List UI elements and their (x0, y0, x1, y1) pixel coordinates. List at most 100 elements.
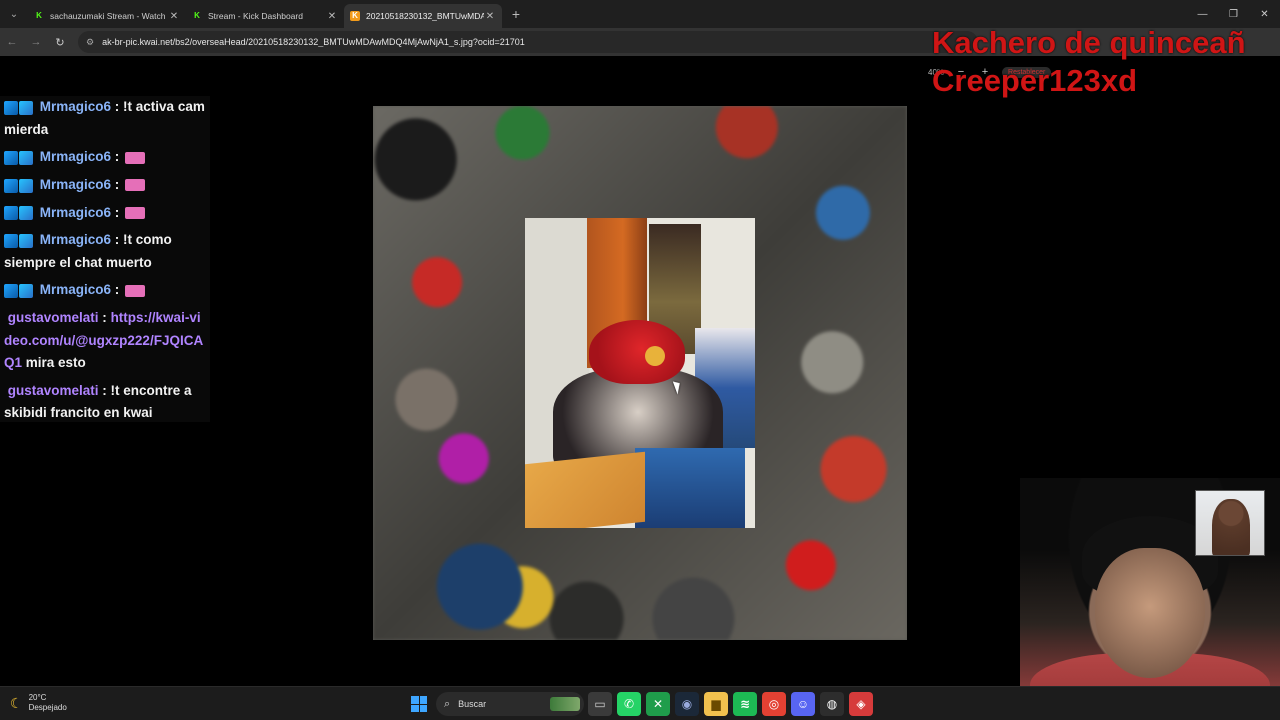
close-tab-icon[interactable]: ✕ (168, 11, 180, 22)
tab-search-chevron-icon[interactable]: ⌄ (0, 0, 28, 28)
chat-emote-icon (125, 179, 146, 192)
badge-icon (4, 178, 18, 193)
search-highlight-icon (550, 697, 580, 711)
badge-icon (19, 150, 33, 165)
taskbar-apps: ▭ ✆ ✕ ◉ ▆ ≋ ◎ ☺ ◍ ◈ (588, 692, 873, 716)
url-text[interactable]: ak-br-pic.kwai.net/bs2/overseaHead/20210… (102, 37, 525, 47)
overlay-line-1: Kachero de quinceañ (932, 25, 1246, 60)
whatsapp-icon[interactable]: ✆ (617, 692, 641, 716)
weather-temp: 20°C (28, 693, 47, 702)
chat-separator: : (111, 282, 120, 298)
badge-icon (19, 178, 33, 193)
chat-username: Mrmagico6 (39, 149, 112, 165)
chat-emote-icon (125, 284, 146, 297)
kwai-icon: K (350, 11, 360, 21)
obs-icon[interactable]: ◍ (820, 692, 844, 716)
webcam-face (1095, 548, 1205, 678)
chat-username: Mrmagico6 (39, 176, 112, 192)
badge-icon (4, 233, 18, 248)
chat-message: Mrmagico6 : (4, 146, 206, 169)
back-icon[interactable]: ← (0, 30, 24, 54)
tab-kick-dashboard[interactable]: K Stream - Kick Dashboard ✕ (186, 4, 344, 28)
badge-icon (4, 150, 18, 165)
viewed-image[interactable] (373, 106, 907, 640)
chat-text: mira esto (22, 355, 86, 371)
chat-emote-icon (125, 207, 146, 219)
close-tab-icon[interactable]: ✕ (326, 11, 338, 22)
chat-message: gustavomelati : !t encontre a skibidi fr… (4, 380, 206, 425)
chat-message: Mrmagico6 : (4, 202, 206, 225)
file-explorer-icon[interactable]: ▆ (704, 692, 728, 716)
pip-image (1195, 490, 1265, 556)
chat-message: Mrmagico6 : !t como siempre el chat muer… (4, 229, 206, 274)
discord-icon[interactable]: ☺ (791, 692, 815, 716)
chat-separator: : (111, 176, 120, 192)
chat-separator: : (98, 382, 107, 398)
stream-alert-overlay: Kachero de quinceañ Creeper123xd (932, 24, 1246, 100)
search-icon: ⌕ (444, 697, 451, 710)
spotify-icon[interactable]: ≋ (733, 692, 757, 716)
close-tab-icon[interactable]: ✕ (484, 11, 496, 22)
forward-icon[interactable]: → (24, 30, 48, 54)
chat-message: gustavomelati : https://kwai-video.com/u… (4, 307, 206, 375)
screen: ⌄ K sachauzumaki Stream - Watch Live ✕ K… (0, 0, 1280, 720)
badge-icon (19, 233, 33, 248)
new-tab-button[interactable]: + (504, 6, 528, 22)
site-info-icon[interactable]: ⚙ (86, 37, 94, 48)
photo-box (525, 451, 645, 528)
chat-username: Mrmagico6 (39, 99, 112, 114)
chat-username: Mrmagico6 (39, 282, 112, 298)
search-label: Buscar (458, 699, 487, 709)
user-badges (4, 146, 34, 169)
chat-message: Mrmagico6 : !t activa cam mierda (4, 96, 206, 141)
chat-separator: : (111, 149, 120, 165)
kick-icon: K (194, 11, 200, 20)
taskbar-search[interactable]: ⌕ Buscar (436, 692, 584, 716)
weather-widget[interactable]: ☾ 20°C Despejado (10, 693, 67, 713)
user-badges (4, 202, 34, 225)
pip-person (1212, 499, 1250, 555)
user-badges (4, 280, 34, 303)
user-badges (4, 229, 34, 252)
chat-separator: : (98, 310, 107, 326)
webcam-feed (1020, 478, 1280, 720)
photo-jeans (635, 448, 745, 528)
badge-icon (19, 206, 33, 221)
overlay-line-2: Creeper123xd (932, 63, 1138, 98)
tab-kwai-image[interactable]: K 20210518230132_BMTUwMDAwMDQ4MjAwNjA1_s… (344, 4, 502, 28)
windows-taskbar: ☾ 20°C Despejado ⌕ Buscar ▭ ✆ ✕ ◉ ▆ ≋ ◎ … (0, 686, 1280, 720)
chat-separator: : (111, 204, 120, 220)
address-bar[interactable]: ⚙ ak-br-pic.kwai.net/bs2/overseaHead/202… (78, 31, 978, 53)
photo-red-cap (589, 320, 685, 384)
steam-icon[interactable]: ◉ (675, 692, 699, 716)
chat-message: Mrmagico6 : (4, 279, 206, 302)
game-app-icon[interactable]: ◈ (849, 692, 873, 716)
tab-title: sachauzumaki Stream - Watch Live (50, 11, 168, 21)
kick-icon: K (36, 11, 42, 20)
reload-icon[interactable]: ↻ (48, 30, 72, 54)
stream-chat-overlay: Mrmagico6 : !t activa cam mierda Mrmagic… (0, 96, 210, 422)
chat-username: gustavomelati (7, 382, 99, 398)
tab-kick-stream[interactable]: K sachauzumaki Stream - Watch Live ✕ (28, 4, 186, 28)
chat-message: Mrmagico6 : (4, 174, 206, 197)
windows-start-icon[interactable] (411, 696, 427, 712)
chat-emote-icon (125, 151, 146, 164)
tab-title: Stream - Kick Dashboard (208, 11, 303, 21)
badge-icon (4, 100, 18, 115)
photo-cap-logo (645, 346, 665, 366)
chrome-icon[interactable]: ◎ (762, 692, 786, 716)
chat-username: Mrmagico6 (39, 232, 112, 248)
weather-text: 20°C Despejado (29, 693, 67, 713)
badge-icon (19, 100, 33, 115)
close-window-icon[interactable]: ✕ (1249, 0, 1280, 28)
badge-icon (4, 206, 18, 221)
task-view-icon[interactable]: ▭ (588, 692, 612, 716)
chat-username: Mrmagico6 (39, 204, 112, 220)
chat-username: gustavomelati (7, 310, 99, 326)
tab-title: 20210518230132_BMTUwMDAwMDQ4MjAwNjA1_s.j… (366, 11, 484, 21)
weather-desc: Despejado (28, 703, 67, 712)
user-badges (4, 174, 34, 197)
xbox-icon[interactable]: ✕ (646, 692, 670, 716)
badge-icon (19, 284, 33, 299)
inset-photo (525, 218, 755, 528)
